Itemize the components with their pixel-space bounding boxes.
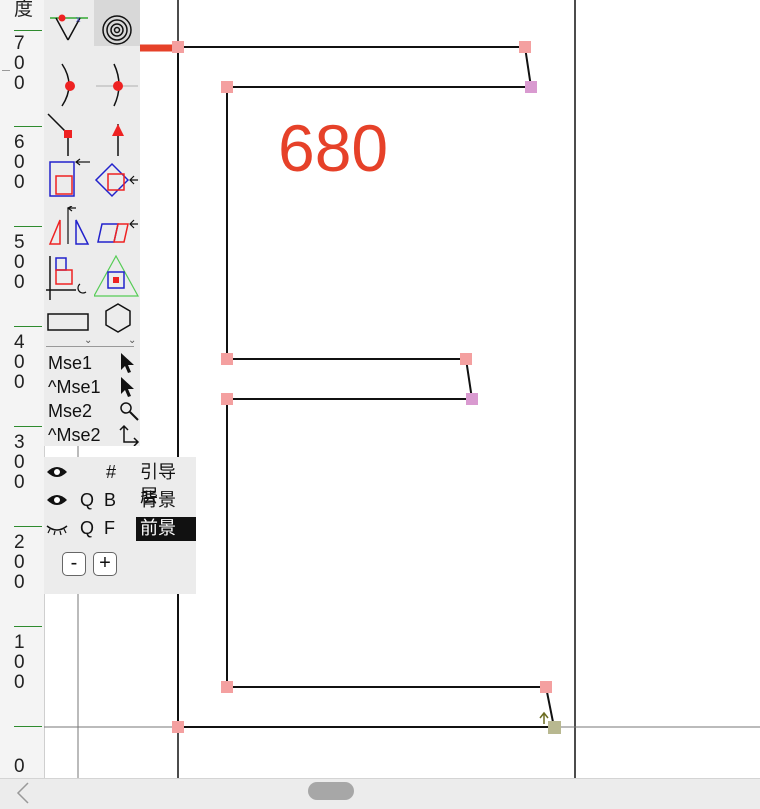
more-shapes-chevron-icon[interactable]: ⌄	[128, 336, 136, 346]
skew-tool-icon[interactable]	[94, 206, 140, 252]
ruler-label-300-d2: 0	[14, 452, 25, 473]
mouse-button-1-ctrl-label[interactable]: ^Mse1	[48, 376, 120, 398]
layer-type: B	[104, 490, 117, 510]
glyph-canvas[interactable]: 680	[44, 0, 760, 778]
vertical-ruler: 度 7 0 0 6 0 0 5 0 0 4 0 0 3 0 0 2 0 0 1 …	[0, 0, 45, 778]
metrics-tool-icon[interactable]	[46, 254, 92, 300]
scroll-arrow-icon[interactable]	[118, 424, 140, 447]
glyph-point[interactable]	[221, 393, 233, 405]
ruler-top-char: 度	[14, 0, 34, 20]
triangle-tool-icon[interactable]	[94, 254, 140, 300]
ruler-label-500-d3: 0	[14, 272, 25, 293]
glyph-point[interactable]	[221, 81, 233, 93]
layer-name[interactable]: 背景	[136, 489, 180, 513]
tool-palette: x ⌄ ⌄ Mse1 ^Mse1 Mse2 ^Mse2	[44, 0, 140, 447]
layer-quadratic-flag[interactable]: Q	[80, 490, 94, 511]
add-component-icon[interactable]	[46, 158, 92, 204]
direction-arrow-icon	[539, 711, 549, 724]
curve-point-icon[interactable]	[46, 62, 92, 108]
ruler-label-0: 0	[14, 756, 25, 777]
layer-row-foreground[interactable]: Q F 前景	[44, 515, 196, 541]
scroll-left-arrow-icon[interactable]	[12, 779, 32, 807]
glyph-point-selected[interactable]	[466, 393, 478, 405]
glyph-point[interactable]	[172, 41, 184, 53]
ruler-tick	[14, 626, 42, 627]
ruler-tick	[14, 726, 42, 727]
add-layer-button[interactable]: +	[93, 552, 117, 576]
ruler-label-400-d3: 0	[14, 372, 25, 393]
ruler-tick	[14, 426, 42, 427]
layer-name-selected[interactable]: 前景	[136, 517, 196, 541]
glyph-point[interactable]	[172, 721, 184, 733]
ruler-tick	[14, 326, 42, 327]
mouse-button-2-label[interactable]: Mse2	[48, 400, 120, 422]
glyph-point[interactable]	[519, 41, 531, 53]
ruler-label-100-d3: 0	[14, 672, 25, 693]
slant-tool-icon[interactable]	[46, 206, 92, 252]
ruler-label-200-d3: 0	[14, 572, 25, 593]
ruler-label-200-d1: 2	[14, 532, 25, 553]
scrollbar-thumb[interactable]	[308, 782, 354, 800]
ruler-tick	[14, 126, 42, 127]
svg-text:x: x	[76, 14, 81, 24]
ruler-label-100-d2: 0	[14, 652, 25, 673]
layer-quadratic-flag[interactable]: Q	[80, 518, 94, 539]
ruler-label-300-d1: 3	[14, 432, 25, 453]
layer-type: #	[106, 462, 117, 482]
glyph-point[interactable]	[540, 681, 552, 693]
layer-name[interactable]: 引导层	[136, 461, 196, 507]
ruler-mini-tick	[2, 70, 10, 71]
ruler-label-600-d3: 0	[14, 172, 25, 193]
ruler-label-600-d2: 0	[14, 152, 25, 173]
eye-open-icon[interactable]	[46, 492, 68, 508]
glyph-width-label: 680	[278, 111, 389, 185]
ruler-label-400-d1: 4	[14, 332, 25, 353]
ruler-tick	[14, 226, 42, 227]
corner-point-icon[interactable]	[46, 110, 92, 156]
ruler-label-400-d2: 0	[14, 352, 25, 373]
spiral-tool-icon[interactable]	[94, 0, 140, 46]
ruler-tick	[14, 526, 42, 527]
magnify-icon[interactable]	[118, 400, 140, 422]
ruler-label-500-d2: 0	[14, 252, 25, 273]
eye-closed-icon[interactable]	[46, 520, 68, 536]
ruler-tick	[14, 30, 42, 31]
layer-row-background[interactable]: Q B 背景	[44, 487, 196, 513]
glyph-point-selected[interactable]	[525, 81, 537, 93]
mouse-button-2-ctrl-label[interactable]: ^Mse2	[48, 424, 120, 446]
palette-divider	[46, 346, 134, 347]
eye-open-icon[interactable]	[46, 464, 68, 480]
pen-tool-icon[interactable]: x	[46, 0, 92, 46]
mouse-button-1-label[interactable]: Mse1	[48, 352, 120, 374]
glyph-svg[interactable]	[44, 0, 760, 778]
ruler-label-700-d2: 0	[14, 53, 25, 74]
glyph-start-point[interactable]	[548, 721, 561, 734]
ruler-label-600-d1: 6	[14, 132, 25, 153]
tangent-point-icon[interactable]	[94, 110, 140, 156]
glyph-point[interactable]	[460, 353, 472, 365]
remove-layer-button[interactable]: -	[62, 552, 86, 576]
arrow-cursor-icon[interactable]	[118, 352, 140, 374]
glyph-point[interactable]	[221, 353, 233, 365]
ruler-label-700-d3: 0	[14, 73, 25, 94]
smooth-point-icon[interactable]	[94, 62, 140, 108]
ruler-label-100-d1: 1	[14, 632, 25, 653]
layer-type: F	[104, 518, 115, 538]
ruler-label-200-d2: 0	[14, 552, 25, 573]
more-tools-chevron-icon[interactable]: ⌄	[84, 336, 92, 346]
glyph-point[interactable]	[221, 681, 233, 693]
arrow-cursor-icon[interactable]	[118, 376, 140, 398]
ruler-label-700-d1: 7	[14, 33, 25, 54]
rotate-diamond-icon[interactable]	[94, 158, 140, 204]
layer-row-guide[interactable]: # 引导层	[44, 459, 196, 507]
ruler-label-300-d3: 0	[14, 472, 25, 493]
ruler-label-500-d1: 5	[14, 232, 25, 253]
horizontal-scrollbar[interactable]	[0, 778, 760, 809]
